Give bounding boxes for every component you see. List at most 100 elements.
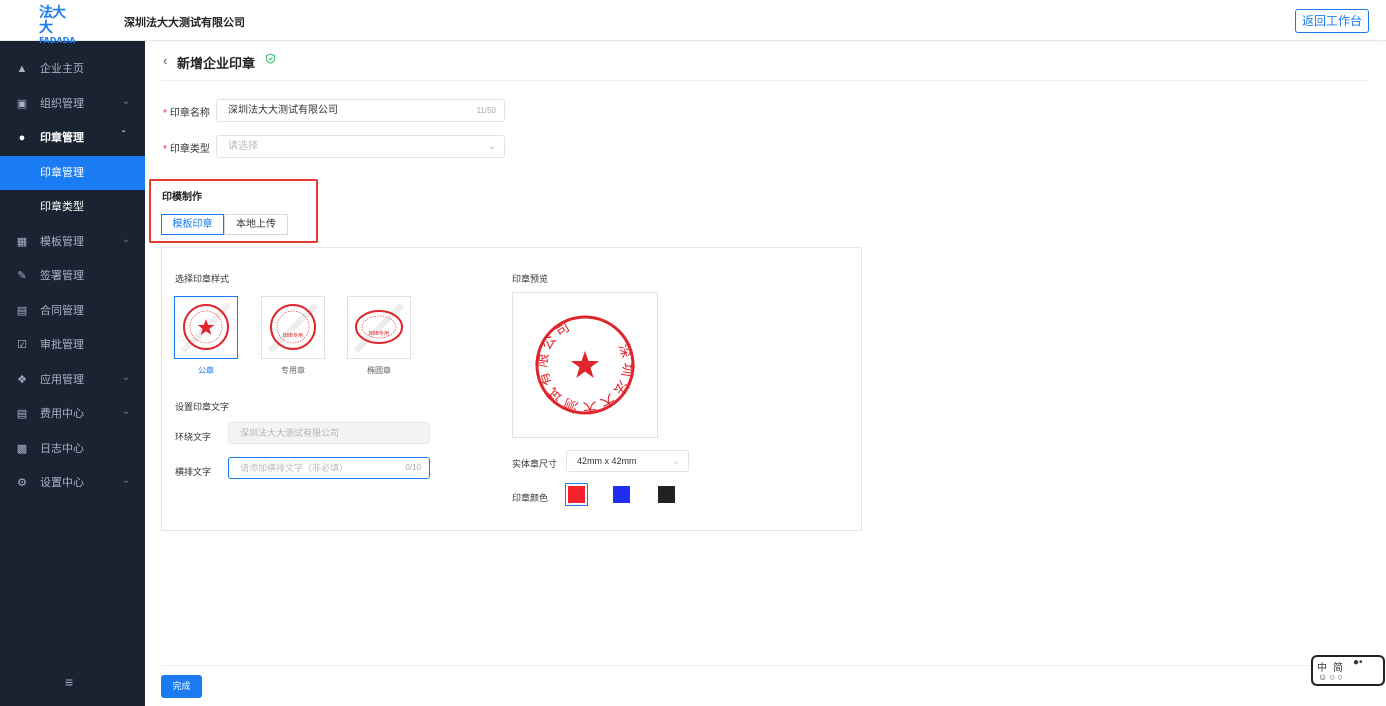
size-label: 实体章尺寸 — [512, 459, 558, 469]
log-icon: ▩ — [16, 443, 28, 455]
ime-emoji-icon: ☺ ○ ○ — [1318, 672, 1344, 682]
official-seal-thumb-icon — [180, 302, 232, 354]
chevron-down-icon: ⌄ — [122, 406, 131, 417]
chevron-down-icon: ⌄ — [672, 456, 680, 466]
fee-icon: ▤ — [16, 408, 28, 420]
done-button[interactable]: 完成 — [161, 675, 202, 698]
user-icon: ● — [18, 132, 26, 144]
sidebar-item-app[interactable]: ❖ 应用管理 ⌄ — [0, 363, 145, 397]
page-header: ‹ 新增企业印章 — [161, 41, 1369, 81]
seal-name-label: * 印章名称 — [163, 108, 210, 119]
page-title: 新增企业印章 — [177, 56, 256, 71]
sidebar-item-fee[interactable]: ▤ 费用中心 ⌄ — [0, 397, 145, 431]
check-icon: ☑ — [17, 339, 27, 351]
top-header: 法大大 FADADA 深圳法大大测试有限公司 返回工作台 — [0, 0, 1386, 46]
seal-type-select[interactable]: 请选择 ⌄ — [216, 135, 505, 158]
sidebar-item-label: 印章管理 — [40, 132, 84, 144]
sidebar-subitem-seal-mgmt[interactable]: 印章管理 — [0, 156, 145, 190]
ime-status-widget[interactable]: 中 简 ●• ☺ ○ ○ — [1311, 655, 1385, 686]
seal-name-row: * 印章名称 深圳法大大测试有限公司 11/50 — [161, 99, 521, 123]
special-seal-thumb-icon: BBB专用 — [267, 302, 319, 354]
stamp-style-oval[interactable]: BBB专用 — [347, 296, 411, 359]
seal-name-counter: 11/50 — [476, 106, 496, 115]
seal-size-select[interactable]: 42mm x 42mm ⌄ — [566, 450, 689, 472]
sidebar-item-label: 设置中心 — [40, 477, 84, 489]
sidebar-item-label: 印章管理 — [40, 167, 84, 179]
tab-local-upload[interactable]: 本地上传 — [224, 214, 288, 235]
seal-name-input[interactable]: 深圳法大大测试有限公司 11/50 — [216, 99, 505, 122]
preview-title: 印章预览 — [512, 274, 549, 284]
stamp-style-special[interactable]: BBB专用 — [261, 296, 325, 359]
app-icon: ❖ — [17, 374, 27, 386]
pen-icon: ✎ — [17, 270, 27, 282]
seal-type-placeholder: 请选择 — [228, 141, 258, 152]
chevron-down-icon: ⌄ — [122, 372, 131, 383]
home-icon: ▲ — [16, 63, 28, 75]
fadada-logo[interactable]: 法大大 FADADA — [39, 6, 75, 46]
color-swatch-black[interactable] — [658, 486, 675, 503]
footer-divider — [161, 665, 1369, 666]
org-icon: ▣ — [16, 98, 28, 110]
sidebar-item-home[interactable]: ▲ 企业主页 — [0, 52, 145, 86]
stamp-style-official[interactable] — [174, 296, 238, 359]
back-to-workbench-button[interactable]: 返回工作台 — [1294, 9, 1369, 33]
stamp-style-special-caption[interactable]: 专用章 — [261, 365, 325, 376]
main-content: ‹ 新增企业印章 * 印章名称 深圳法大大测试有限公司 11/50 * 印章类型 请… — [145, 41, 1386, 706]
seal-preview: 深圳法大大测试有限公司 — [512, 292, 658, 438]
ring-text-input: 深圳法大大测试有限公司 — [228, 422, 430, 444]
special-seal-mini-text: BBB专用 — [283, 332, 303, 339]
chevron-down-icon: ⌄ — [487, 141, 496, 152]
set-text-title: 设置印章文字 — [175, 402, 230, 412]
sidebar-item-template[interactable]: ▦ 模板管理 ⌄ — [0, 225, 145, 259]
horizontal-text-label: 横排文字 — [175, 467, 212, 477]
logo-text-en: FADADA — [39, 36, 76, 45]
horizontal-text-counter: 0/10 — [405, 463, 421, 472]
color-swatch-red[interactable] — [568, 486, 585, 503]
sidebar-subitem-seal-type[interactable]: 印章类型 — [0, 190, 145, 224]
sidebar-item-label: 企业主页 — [40, 63, 84, 75]
choose-style-title: 选择印章样式 — [175, 274, 230, 284]
chevron-down-icon: ⌄ — [122, 96, 131, 107]
sidebar-item-label: 审批管理 — [40, 339, 84, 351]
sidebar-item-contract[interactable]: ▤ 合同管理 — [0, 294, 145, 328]
seal-make-title: 印模制作 — [162, 192, 202, 203]
seal-design-panel: 选择印章样式 公章 BBB专用 专用章 BBB专用 椭圆章 设置印章文字 环绕文… — [161, 247, 862, 531]
sidebar-item-label: 合同管理 — [40, 305, 84, 317]
sidebar-item-settings[interactable]: ⚙ 设置中心 ⌄ — [0, 466, 145, 500]
company-name: 深圳法大大测试有限公司 — [124, 17, 245, 29]
sidebar-item-seal-mgmt[interactable]: ● 印章管理 ˆ — [0, 121, 145, 155]
horizontal-text-placeholder: 请添加横排文字（非必填） — [240, 463, 349, 473]
verified-shield-icon — [265, 53, 276, 67]
ime-punct-icon: ●• — [1353, 657, 1363, 668]
seal-preview-image: 深圳法大大测试有限公司 — [534, 315, 635, 416]
sidebar-item-org[interactable]: ▣ 组织管理 ⌄ — [0, 87, 145, 121]
chevron-up-icon: ˆ — [122, 130, 126, 141]
tab-template-seal[interactable]: 模板印章 — [161, 214, 224, 235]
chevron-down-icon: ⌄ — [122, 234, 131, 245]
back-arrow-icon[interactable]: ‹ — [163, 53, 167, 68]
oval-seal-mini-text: BBB专用 — [369, 330, 389, 337]
sidebar-item-label: 日志中心 — [40, 443, 84, 455]
seal-size-value: 42mm x 42mm — [577, 456, 637, 466]
sidebar-item-label: 签署管理 — [40, 270, 84, 282]
chevron-down-icon: ⌄ — [122, 475, 131, 486]
sidebar-item-label: 应用管理 — [40, 374, 84, 386]
sidebar: ▲ 企业主页 ▣ 组织管理 ⌄ ● 印章管理 ˆ 印章管理 印章类型 ▦ 模板管… — [0, 41, 145, 706]
stamp-style-official-caption[interactable]: 公章 — [174, 365, 238, 376]
ring-text-label: 环绕文字 — [175, 432, 212, 442]
sidebar-item-approval[interactable]: ☑ 审批管理 — [0, 328, 145, 362]
sidebar-item-sign[interactable]: ✎ 签署管理 — [0, 259, 145, 293]
gear-icon: ⚙ — [17, 477, 27, 489]
sidebar-item-label: 模板管理 — [40, 236, 84, 248]
color-swatch-blue[interactable] — [613, 486, 630, 503]
grid-icon: ▦ — [16, 236, 28, 248]
logo-text-cn: 法大大 — [39, 5, 66, 36]
oval-seal-thumb-icon: BBB专用 — [353, 302, 405, 354]
file-icon: ▤ — [16, 305, 28, 317]
seal-type-row: * 印章类型 请选择 ⌄ — [161, 135, 521, 159]
horizontal-text-input[interactable]: 请添加横排文字（非必填） 0/10 — [228, 457, 430, 479]
stamp-style-oval-caption[interactable]: 椭圆章 — [347, 365, 411, 376]
collapse-menu-icon[interactable]: ≡ — [65, 674, 73, 690]
sidebar-item-label: 印章类型 — [40, 201, 84, 213]
sidebar-item-log[interactable]: ▩ 日志中心 — [0, 432, 145, 466]
